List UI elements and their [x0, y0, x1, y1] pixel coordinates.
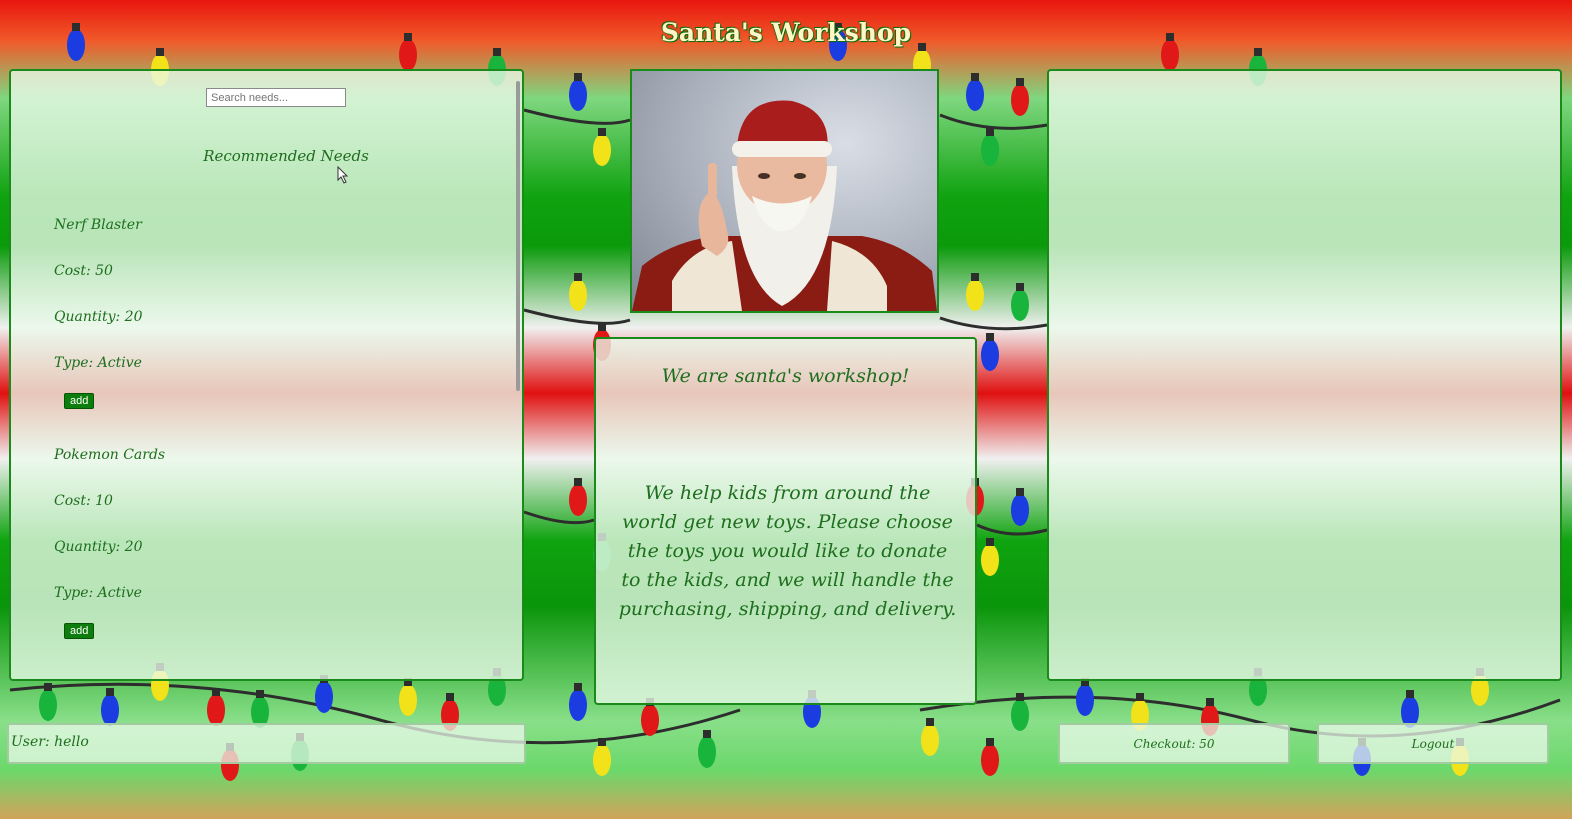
- need-name: Pokemon Cards: [54, 447, 166, 463]
- user-bar: User: hello: [7, 723, 526, 764]
- user-label: User: hello: [11, 734, 89, 750]
- light-bulb-icon: [315, 681, 333, 713]
- light-bulb-icon: [569, 79, 587, 111]
- light-bulb-icon: [39, 689, 57, 721]
- light-bulb-icon: [921, 724, 939, 756]
- need-item: Nerf Blaster Cost: 50 Quantity: 20 Type:…: [54, 205, 484, 435]
- light-socket-icon: [44, 683, 52, 691]
- light-socket-icon: [986, 538, 994, 546]
- light-socket-icon: [926, 718, 934, 726]
- scrollbar[interactable]: [516, 81, 520, 391]
- light-socket-icon: [574, 73, 582, 81]
- santa-photo: [630, 69, 939, 313]
- search-input[interactable]: [206, 88, 346, 107]
- about-panel: We are santa's workshop! We help kids fr…: [594, 337, 977, 705]
- light-bulb-icon: [101, 694, 119, 726]
- light-bulb-icon: [1011, 84, 1029, 116]
- light-bulb-icon: [981, 544, 999, 576]
- recommended-needs-panel[interactable]: Recommended Needs Nerf Blaster Cost: 50 …: [9, 69, 524, 681]
- light-bulb-icon: [966, 79, 984, 111]
- light-bulb-icon: [207, 694, 225, 726]
- checkout-button[interactable]: Checkout: 50: [1058, 723, 1290, 764]
- page-title: Santa's Workshop: [660, 18, 912, 47]
- light-socket-icon: [1016, 693, 1024, 701]
- light-socket-icon: [703, 730, 711, 738]
- light-bulb-icon: [1011, 699, 1029, 731]
- about-body: We help kids from around the world get n…: [618, 482, 957, 620]
- light-socket-icon: [1016, 78, 1024, 86]
- need-item: Pokemon Cards Cost: 10 Quantity: 20 Type…: [54, 435, 484, 665]
- need-quantity: Quantity: 20: [54, 309, 143, 325]
- light-socket-icon: [1406, 690, 1414, 698]
- light-bulb-icon: [1011, 494, 1029, 526]
- light-bulb-icon: [966, 279, 984, 311]
- light-socket-icon: [986, 738, 994, 746]
- need-cost: Cost: 10: [54, 493, 113, 509]
- light-bulb-icon: [981, 134, 999, 166]
- light-socket-icon: [1016, 488, 1024, 496]
- santa-illustration: [632, 100, 937, 311]
- light-socket-icon: [106, 688, 114, 696]
- light-socket-icon: [971, 73, 979, 81]
- light-socket-icon: [598, 323, 606, 331]
- need-type: Type: Active: [54, 585, 142, 601]
- cart-panel: [1047, 69, 1562, 681]
- light-socket-icon: [598, 128, 606, 136]
- light-bulb-icon: [569, 279, 587, 311]
- light-socket-icon: [1254, 48, 1262, 56]
- light-socket-icon: [574, 478, 582, 486]
- light-socket-icon: [1136, 693, 1144, 701]
- light-bulb-icon: [399, 684, 417, 716]
- light-bulb-icon: [593, 134, 611, 166]
- light-socket-icon: [156, 48, 164, 56]
- light-socket-icon: [212, 688, 220, 696]
- light-bulb-icon: [641, 704, 659, 736]
- light-socket-icon: [574, 273, 582, 281]
- light-socket-icon: [1206, 698, 1214, 706]
- add-button[interactable]: add: [64, 623, 95, 639]
- need-name: Nerf Blaster: [54, 217, 142, 233]
- recommended-needs-heading: Recommended Needs: [203, 147, 369, 165]
- mouse-cursor-icon: [337, 166, 349, 184]
- light-bulb-icon: [569, 484, 587, 516]
- light-bulb-icon: [569, 689, 587, 721]
- light-bulb-icon: [593, 744, 611, 776]
- light-socket-icon: [986, 128, 994, 136]
- logout-button[interactable]: Logout: [1317, 723, 1549, 764]
- light-socket-icon: [493, 48, 501, 56]
- light-socket-icon: [1016, 283, 1024, 291]
- add-button[interactable]: add: [64, 393, 95, 409]
- light-bulb-icon: [1076, 684, 1094, 716]
- need-type: Type: Active: [54, 355, 142, 371]
- light-bulb-icon: [981, 339, 999, 371]
- about-heading: We are santa's workshop!: [661, 365, 910, 387]
- light-socket-icon: [574, 683, 582, 691]
- light-bulb-icon: [1011, 289, 1029, 321]
- light-bulb-icon: [981, 744, 999, 776]
- light-socket-icon: [446, 693, 454, 701]
- light-socket-icon: [971, 273, 979, 281]
- light-socket-icon: [986, 333, 994, 341]
- light-socket-icon: [598, 738, 606, 746]
- light-socket-icon: [256, 690, 264, 698]
- need-quantity: Quantity: 20: [54, 539, 143, 555]
- light-bulb-icon: [698, 736, 716, 768]
- need-cost: Cost: 50: [54, 263, 113, 279]
